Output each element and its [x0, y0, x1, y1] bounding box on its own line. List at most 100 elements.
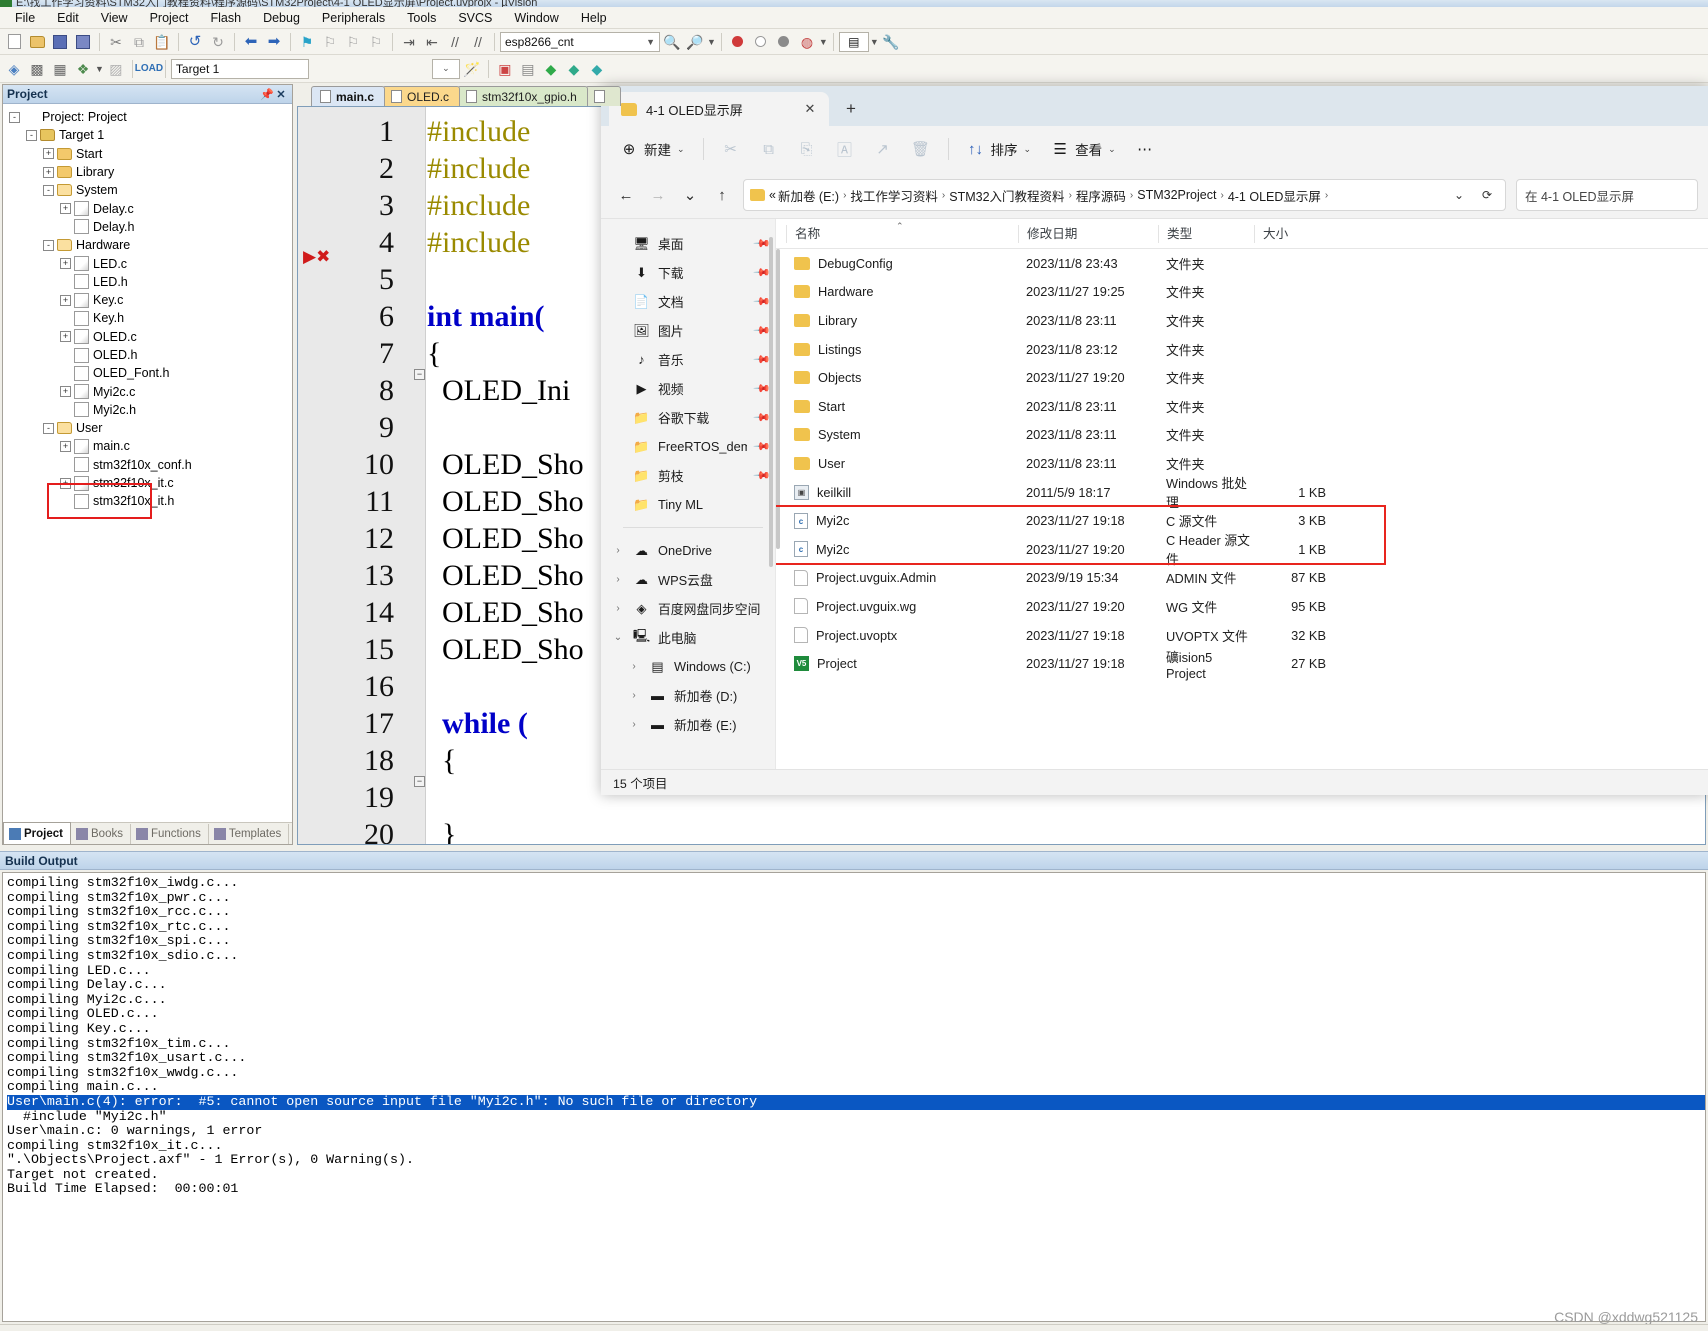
explorer-file-list[interactable]: ⌃ 名称 修改日期 类型 大小 DebugConfig2023/11/8 23:…: [776, 219, 1708, 769]
tree-item[interactable]: OLED.h: [9, 346, 292, 364]
nav-item-新加卷 (E:)[interactable]: ›▬新加卷 (E:): [601, 710, 775, 739]
expand-icon[interactable]: +: [60, 203, 71, 214]
tree-item[interactable]: stm32f10x_it.h: [9, 492, 292, 510]
nav-item-图片[interactable]: ›🖼图片📌: [601, 316, 775, 345]
save-icon[interactable]: [49, 31, 71, 52]
menu-window[interactable]: Window: [503, 9, 569, 27]
table-row[interactable]: Start2023/11/8 23:11文件夹: [776, 392, 1708, 421]
chevron-icon[interactable]: ›: [611, 603, 625, 614]
options-for-target-icon[interactable]: 🪄: [461, 58, 483, 79]
breadcrumb-item[interactable]: 找工作学习资料: [850, 186, 938, 205]
tree-item[interactable]: -Project: Project: [9, 108, 292, 126]
find-in-files-icon[interactable]: 🔍: [661, 31, 683, 52]
tree-item[interactable]: +Library: [9, 163, 292, 181]
tree-item[interactable]: LED.h: [9, 273, 292, 291]
recent-locations-button[interactable]: ⌄: [675, 180, 705, 210]
indent-icon[interactable]: ⇥: [398, 31, 420, 52]
table-row[interactable]: Library2023/11/8 23:11文件夹: [776, 306, 1708, 335]
batch-build-icon[interactable]: ❖: [72, 58, 94, 79]
menu-view[interactable]: View: [90, 9, 139, 27]
forward-button[interactable]: →: [643, 180, 673, 210]
nav-item-新加卷 (D:)[interactable]: ›▬新加卷 (D:): [601, 681, 775, 710]
pack-installer-icon[interactable]: ◆: [540, 58, 562, 79]
address-dropdown-icon[interactable]: ⌄: [1447, 183, 1471, 207]
tree-item[interactable]: Delay.h: [9, 218, 292, 236]
breadcrumb-item[interactable]: STM32入门教程资料: [949, 186, 1064, 205]
tree-item[interactable]: -User: [9, 419, 292, 437]
chevron-icon[interactable]: ›: [627, 690, 641, 701]
address-bar[interactable]: «新加卷 (E:)›找工作学习资料›STM32入门教程资料›程序源码›STM32…: [743, 179, 1506, 211]
chevron-icon[interactable]: ›: [627, 719, 641, 730]
redo-icon[interactable]: ↻: [207, 31, 229, 52]
manage-run-time-icon[interactable]: ◆: [563, 58, 585, 79]
find-combo[interactable]: esp8266_cnt ▼: [500, 32, 660, 52]
column-header-date[interactable]: 修改日期: [1018, 225, 1158, 243]
collapse-icon[interactable]: -: [43, 185, 54, 196]
tree-item[interactable]: Myi2c.h: [9, 401, 292, 419]
copy-button[interactable]: ⧉: [751, 133, 787, 165]
expand-icon[interactable]: +: [60, 295, 71, 306]
expand-icon[interactable]: +: [60, 258, 71, 269]
tree-item[interactable]: stm32f10x_conf.h: [9, 456, 292, 474]
nav-item-WPS云盘[interactable]: ›☁WPS云盘: [601, 565, 775, 594]
sort-button[interactable]: ↑↓ 排序 ⌄: [958, 133, 1041, 165]
clear-bookmarks-icon[interactable]: ⚐: [365, 31, 387, 52]
chevron-icon[interactable]: ›: [611, 574, 625, 585]
table-row[interactable]: DebugConfig2023/11/8 23:43文件夹: [776, 249, 1708, 278]
expand-icon[interactable]: +: [43, 167, 54, 178]
manage-multi-project-icon[interactable]: ▤: [517, 58, 539, 79]
comment-icon[interactable]: //: [444, 31, 466, 52]
nav-item-OneDrive[interactable]: ›☁OneDrive: [601, 536, 775, 565]
menu-edit[interactable]: Edit: [46, 9, 90, 27]
select-software-packs-icon[interactable]: ◆: [586, 58, 608, 79]
table-row[interactable]: Objects2023/11/27 19:20文件夹: [776, 363, 1708, 392]
search-dropdown-icon[interactable]: 🔎: [684, 31, 706, 52]
table-row[interactable]: cMyi2c2023/11/27 19:20C Header 源文件1 KB: [776, 535, 1708, 564]
breadcrumb-item[interactable]: STM32Project: [1137, 188, 1216, 202]
open-file-icon[interactable]: [26, 31, 48, 52]
up-button[interactable]: ↑: [707, 180, 737, 210]
uncomment-icon[interactable]: //: [467, 31, 489, 52]
expand-icon[interactable]: +: [60, 441, 71, 452]
menu-tools[interactable]: Tools: [396, 9, 447, 27]
expand-icon[interactable]: +: [60, 386, 71, 397]
next-bookmark-icon[interactable]: ⚐: [342, 31, 364, 52]
nav-item-剪枝[interactable]: ›📁剪枝📌: [601, 461, 775, 490]
explorer-navigation-pane[interactable]: ›🖥桌面📌›⬇下载📌›📄文档📌›🖼图片📌›♪音乐📌›▶视频📌›📁谷歌下载📌›📁F…: [601, 219, 776, 769]
breadcrumb[interactable]: «新加卷 (E:)›找工作学习资料›STM32入门教程资料›程序源码›STM32…: [769, 186, 1330, 205]
collapse-icon[interactable]: -: [43, 423, 54, 434]
list-scrollbar[interactable]: [776, 249, 780, 549]
menu-help[interactable]: Help: [570, 9, 618, 27]
table-row[interactable]: Project.uvoptx2023/11/27 19:18UVOPTX 文件3…: [776, 621, 1708, 650]
project-tab-templates[interactable]: Templates: [209, 824, 289, 844]
translate-icon[interactable]: ◈: [3, 58, 25, 79]
menu-flash[interactable]: Flash: [199, 9, 252, 27]
copy-icon[interactable]: ⧉: [128, 31, 150, 52]
project-panel-tabs[interactable]: ProjectBooksFunctionsTemplates: [3, 822, 292, 844]
undo-icon[interactable]: ↺: [184, 31, 206, 52]
tree-item[interactable]: Key.h: [9, 309, 292, 327]
project-tab-functions[interactable]: Functions: [131, 824, 209, 844]
nav-item-百度网盘同步空间[interactable]: ›◈百度网盘同步空间: [601, 594, 775, 623]
tree-item[interactable]: +Delay.c: [9, 199, 292, 217]
editor-tab-OLED-c[interactable]: OLED.c: [382, 86, 460, 106]
back-button[interactable]: ←: [611, 180, 641, 210]
outdent-icon[interactable]: ⇤: [421, 31, 443, 52]
menu-debug[interactable]: Debug: [252, 9, 311, 27]
cut-button[interactable]: ✂: [713, 133, 749, 165]
expand-icon[interactable]: +: [43, 148, 54, 159]
navigate-forward-icon[interactable]: ➡: [263, 31, 285, 52]
target-select-chevron[interactable]: ⌄: [432, 59, 460, 79]
load-icon[interactable]: LOAD: [138, 58, 160, 79]
new-file-icon[interactable]: [3, 31, 25, 52]
nav-item-Windows (C:)[interactable]: ›▤Windows (C:): [601, 652, 775, 681]
table-row[interactable]: Project.uvguix.Admin2023/9/19 15:34ADMIN…: [776, 564, 1708, 593]
chevron-icon[interactable]: ›: [611, 545, 625, 556]
table-row[interactable]: Listings2023/11/8 23:12文件夹: [776, 335, 1708, 364]
tree-item[interactable]: -System: [9, 181, 292, 199]
tree-item[interactable]: +main.c: [9, 437, 292, 455]
rename-button[interactable]: 🄰: [827, 133, 863, 165]
disable-all-breakpoints-icon[interactable]: ◍: [796, 31, 818, 52]
chevron-icon[interactable]: ⌄: [611, 632, 625, 643]
close-tab-icon[interactable]: ✕: [799, 98, 821, 120]
